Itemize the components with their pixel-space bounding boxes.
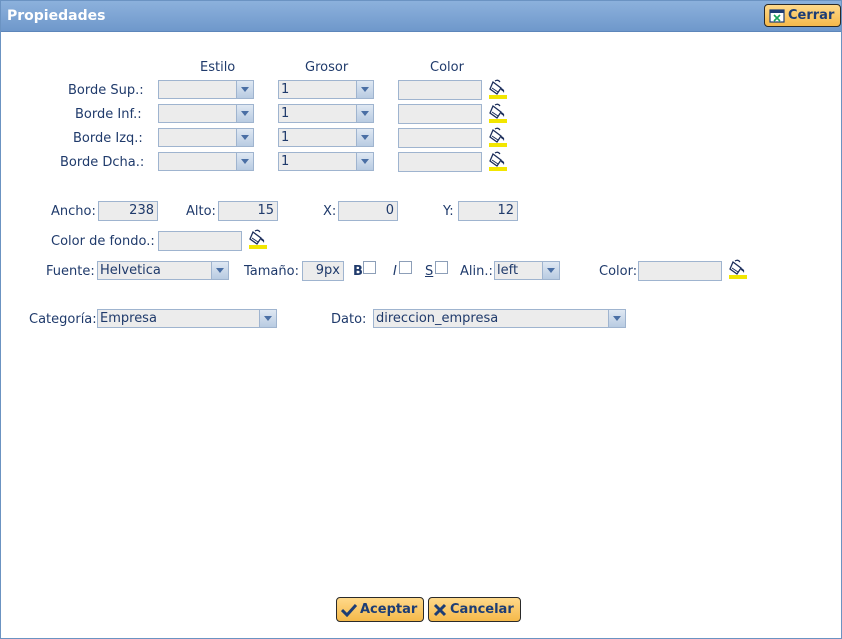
border-bottom-thickness-select[interactable]: 1 (278, 104, 374, 123)
background-color-input[interactable] (158, 231, 242, 251)
border-right-label: Borde Dcha.: (60, 155, 145, 170)
chevron-down-icon (542, 262, 559, 279)
category-select[interactable]: Empresa (97, 309, 277, 328)
chevron-down-icon (259, 310, 276, 327)
accept-button[interactable]: Aceptar (336, 597, 425, 622)
align-value: left (497, 263, 519, 278)
border-top-label: Borde Sup.: (68, 83, 144, 98)
border-top-style-select[interactable] (158, 80, 254, 99)
x-icon (433, 603, 447, 616)
border-top-thickness-value: 1 (281, 82, 290, 97)
bold-label: B (353, 264, 363, 279)
y-input[interactable]: 12 (458, 201, 518, 221)
category-value: Empresa (100, 311, 157, 326)
border-bottom-thickness-value: 1 (281, 106, 290, 121)
font-family-select[interactable]: Helvetica (97, 261, 229, 280)
title-bar: Propiedades Cerrar (1, 1, 842, 32)
chevron-down-icon (211, 262, 228, 279)
header-style: Estilo (200, 60, 236, 75)
chevron-down-icon (356, 129, 373, 146)
paint-bucket-icon[interactable] (728, 259, 748, 279)
border-bottom-label: Borde Inf.: (75, 107, 142, 122)
paint-bucket-icon[interactable] (248, 229, 268, 249)
close-button[interactable]: Cerrar (764, 4, 842, 27)
font-size-label: Tamaño: (244, 264, 299, 279)
accept-button-label: Aceptar (360, 602, 418, 617)
background-color-label: Color de fondo.: (51, 234, 155, 249)
paint-bucket-icon[interactable] (488, 103, 508, 123)
border-right-color-input[interactable] (398, 152, 482, 172)
chevron-down-icon (356, 81, 373, 98)
check-icon (341, 603, 357, 617)
italic-label: I (393, 264, 397, 279)
field-value: direccion_empresa (376, 311, 499, 326)
chevron-down-icon (356, 153, 373, 170)
header-color: Color (430, 60, 464, 75)
border-left-color-input[interactable] (398, 128, 482, 148)
x-input[interactable]: 0 (338, 201, 398, 221)
window-close-icon (769, 8, 785, 23)
dialog-title: Propiedades (7, 8, 106, 24)
x-label: X: (323, 204, 337, 219)
font-family-value: Helvetica (100, 263, 161, 278)
border-left-label: Borde Izq.: (73, 131, 143, 146)
border-left-style-select[interactable] (158, 128, 254, 147)
chevron-down-icon (236, 153, 253, 170)
category-label: Categoría: (29, 312, 97, 327)
align-select[interactable]: left (494, 261, 560, 280)
border-right-style-select[interactable] (158, 152, 254, 171)
paint-bucket-icon[interactable] (488, 151, 508, 171)
width-label: Ancho: (51, 204, 96, 219)
italic-checkbox[interactable] (399, 261, 412, 274)
font-color-input[interactable] (638, 261, 722, 281)
border-bottom-style-select[interactable] (158, 104, 254, 123)
cancel-button-label: Cancelar (450, 602, 514, 617)
field-label: Dato: (331, 312, 367, 327)
width-input[interactable]: 238 (98, 201, 158, 221)
border-top-thickness-select[interactable]: 1 (278, 80, 374, 99)
paint-bucket-icon[interactable] (488, 79, 508, 99)
paint-bucket-icon[interactable] (488, 127, 508, 147)
underline-checkbox[interactable] (435, 261, 448, 274)
chevron-down-icon (356, 105, 373, 122)
chevron-down-icon (236, 105, 253, 122)
underline-label: S (425, 264, 434, 279)
close-button-label: Cerrar (788, 8, 835, 23)
border-right-thickness-value: 1 (281, 154, 290, 169)
field-select[interactable]: direccion_empresa (373, 309, 626, 328)
cancel-button[interactable]: Cancelar (428, 597, 521, 622)
header-thickness: Grosor (305, 60, 349, 75)
border-top-color-input[interactable] (398, 80, 482, 100)
align-label: Alin.: (460, 264, 493, 279)
bold-checkbox[interactable] (363, 261, 376, 274)
border-bottom-color-input[interactable] (398, 104, 482, 124)
height-input[interactable]: 15 (218, 201, 278, 221)
chevron-down-icon (608, 310, 625, 327)
y-label: Y: (443, 204, 454, 219)
chevron-down-icon (236, 129, 253, 146)
border-right-thickness-select[interactable]: 1 (278, 152, 374, 171)
font-label: Fuente: (46, 264, 95, 279)
border-left-thickness-value: 1 (281, 130, 290, 145)
chevron-down-icon (236, 81, 253, 98)
height-label: Alto: (186, 204, 216, 219)
border-left-thickness-select[interactable]: 1 (278, 128, 374, 147)
properties-dialog: Propiedades Cerrar Estilo Grosor Color B… (0, 0, 842, 639)
font-color-label: Color: (599, 264, 638, 279)
font-size-input[interactable]: 9px (302, 261, 344, 281)
